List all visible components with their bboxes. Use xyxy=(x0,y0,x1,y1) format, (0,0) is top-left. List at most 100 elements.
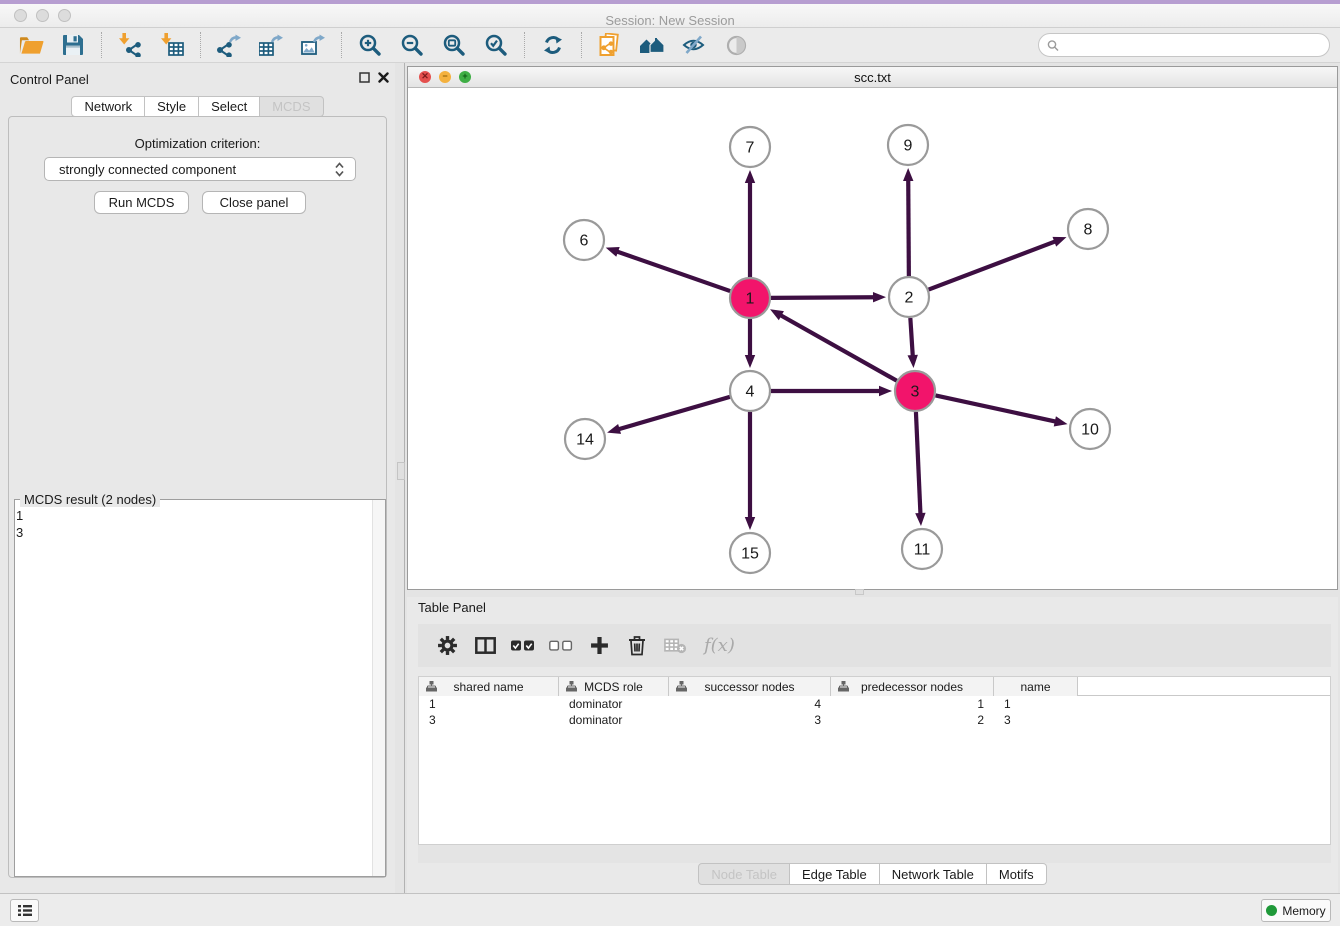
zoom-selected-icon[interactable] xyxy=(479,30,513,60)
column-header-label: successor nodes xyxy=(704,680,794,694)
refresh-view-icon[interactable] xyxy=(536,30,570,60)
memory-status-dot xyxy=(1266,905,1277,916)
run-mcds-button[interactable]: Run MCDS xyxy=(94,191,189,214)
table-cell-MCDS-role[interactable]: dominator xyxy=(559,696,669,712)
graph-edge-3-1[interactable] xyxy=(770,309,897,380)
table-cell-shared-name[interactable]: 1 xyxy=(419,696,559,712)
table-tab-network-table[interactable]: Network Table xyxy=(880,863,987,885)
graph-edge-2-9[interactable] xyxy=(903,168,913,276)
table-cell-predecessor-nodes[interactable]: 2 xyxy=(831,712,994,728)
search-input[interactable] xyxy=(1065,38,1321,52)
graph-node-4[interactable]: 4 xyxy=(730,371,770,411)
zoom-out-icon[interactable] xyxy=(395,30,429,60)
svg-text:6: 6 xyxy=(580,233,589,250)
vertical-splitter-grip[interactable] xyxy=(397,462,405,480)
network-window: ✕ − + scc.txt 7 9 6 8 1 2 4 3 14 10 15 11 xyxy=(407,66,1338,590)
result-scrollbar[interactable] xyxy=(372,500,385,876)
table-panel-title: Table Panel xyxy=(418,600,486,615)
zoom-in-icon[interactable] xyxy=(353,30,387,60)
show-details-icon[interactable] xyxy=(719,30,753,60)
graph-node-11[interactable]: 11 xyxy=(902,529,942,569)
graph-node-9[interactable]: 9 xyxy=(888,125,928,165)
column-header-successor-nodes[interactable]: successor nodes xyxy=(669,677,831,696)
save-session-icon[interactable] xyxy=(56,30,90,60)
table-cell-successor-nodes[interactable]: 4 xyxy=(669,696,831,712)
column-header-shared-name[interactable]: shared name xyxy=(419,677,559,696)
column-header-MCDS-role[interactable]: MCDS role xyxy=(559,677,669,696)
shared-column-icon xyxy=(676,681,687,692)
home-icon[interactable] xyxy=(635,30,669,60)
graph-node-14[interactable]: 14 xyxy=(565,419,605,459)
close-panel-button[interactable]: Close panel xyxy=(202,191,306,214)
delete-column-icon[interactable] xyxy=(622,631,652,661)
table-cell-predecessor-nodes[interactable]: 1 xyxy=(831,696,994,712)
table-cell-shared-name[interactable]: 3 xyxy=(419,712,559,728)
window-title: Session: New Session xyxy=(0,13,1340,28)
graph-edge-2-3[interactable] xyxy=(908,318,918,368)
graph-node-1[interactable]: 1 xyxy=(730,278,770,318)
graph-node-10[interactable]: 10 xyxy=(1070,409,1110,449)
graph-node-2[interactable]: 2 xyxy=(889,277,929,317)
zoom-fit-icon[interactable] xyxy=(437,30,471,60)
graph-edge-1-6[interactable] xyxy=(606,247,730,291)
function-builder-icon[interactable]: f(x) xyxy=(698,631,741,661)
delete-table-icon[interactable] xyxy=(660,631,690,661)
graph-node-7[interactable]: 7 xyxy=(730,127,770,167)
graph-edge-1-2[interactable] xyxy=(771,292,886,302)
table-row: 1dominator411 xyxy=(419,696,1330,712)
table-tab-edge-table[interactable]: Edge Table xyxy=(790,863,880,885)
graph-edge-3-10[interactable] xyxy=(936,395,1068,426)
control-panel-buttons xyxy=(359,72,389,83)
column-header-predecessor-nodes[interactable]: predecessor nodes xyxy=(831,677,994,696)
tab-select[interactable]: Select xyxy=(199,96,260,117)
dropdown-stepper-icon xyxy=(334,162,345,177)
graph-edge-1-7[interactable] xyxy=(745,170,755,277)
search-box[interactable] xyxy=(1038,33,1330,57)
deselect-all-checkbox-icon[interactable] xyxy=(546,631,576,661)
graph-node-6[interactable]: 6 xyxy=(564,220,604,260)
task-history-button[interactable] xyxy=(10,899,39,922)
network-window-titlebar[interactable]: ✕ − + scc.txt xyxy=(408,67,1337,88)
table-tab-motifs[interactable]: Motifs xyxy=(987,863,1047,885)
export-network-icon[interactable] xyxy=(212,30,246,60)
graph-node-3[interactable]: 3 xyxy=(895,371,935,411)
criterion-dropdown[interactable]: strongly connected component xyxy=(44,157,356,181)
status-bar: Memory xyxy=(0,893,1340,926)
graph-edge-4-14[interactable] xyxy=(607,397,730,434)
tab-network[interactable]: Network xyxy=(71,96,145,117)
export-image-icon[interactable] xyxy=(296,30,330,60)
graph-node-15[interactable]: 15 xyxy=(730,533,770,573)
graph-edge-4-15[interactable] xyxy=(745,412,755,530)
clone-network-icon[interactable] xyxy=(593,30,627,60)
table-cell-name[interactable]: 1 xyxy=(994,696,1078,712)
add-column-icon[interactable] xyxy=(584,631,614,661)
import-network-icon[interactable] xyxy=(113,30,147,60)
export-table-icon[interactable] xyxy=(254,30,288,60)
horizontal-splitter-grip[interactable] xyxy=(855,589,864,595)
select-all-checkbox-icon[interactable] xyxy=(508,631,538,661)
tab-style[interactable]: Style xyxy=(145,96,199,117)
graph-edge-3-11[interactable] xyxy=(915,412,925,526)
close-panel-icon[interactable] xyxy=(378,72,389,83)
network-canvas[interactable]: 7 9 6 8 1 2 4 3 14 10 15 11 xyxy=(408,88,1337,589)
mcds-result-box[interactable] xyxy=(14,499,386,877)
import-table-icon[interactable] xyxy=(155,30,189,60)
column-header-name[interactable]: name xyxy=(994,677,1078,696)
table-cell-MCDS-role[interactable]: dominator xyxy=(559,712,669,728)
table-tab-node-table[interactable]: Node Table xyxy=(698,863,790,885)
shared-column-icon xyxy=(566,681,577,692)
graph-edge-2-8[interactable] xyxy=(929,237,1067,290)
list-icon xyxy=(17,904,33,917)
float-panel-icon[interactable] xyxy=(359,72,370,83)
split-view-icon[interactable] xyxy=(470,631,500,661)
table-cell-successor-nodes[interactable]: 3 xyxy=(669,712,831,728)
graph-node-8[interactable]: 8 xyxy=(1068,209,1108,249)
open-file-icon[interactable] xyxy=(14,30,48,60)
hide-details-icon[interactable] xyxy=(677,30,711,60)
table-cell-name[interactable]: 3 xyxy=(994,712,1078,728)
graph-edge-1-4[interactable] xyxy=(745,319,755,368)
graph-edge-4-3[interactable] xyxy=(771,386,892,396)
table-settings-icon[interactable] xyxy=(432,631,462,661)
memory-button[interactable]: Memory xyxy=(1261,899,1331,922)
tab-mcds[interactable]: MCDS xyxy=(260,96,323,117)
